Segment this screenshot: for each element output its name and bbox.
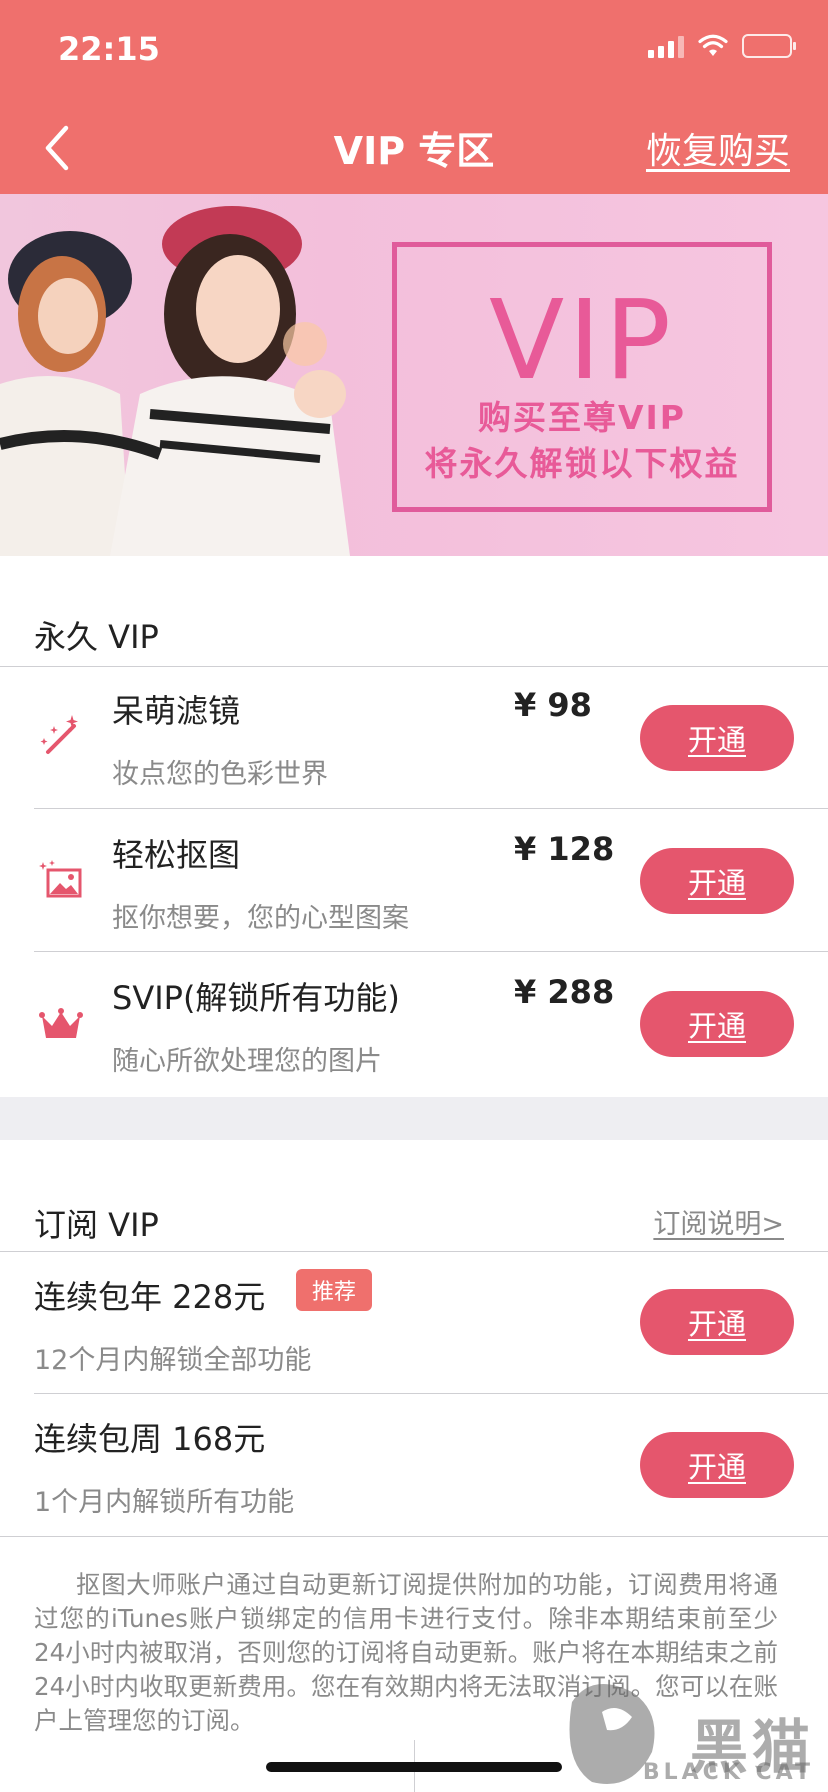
banner-line-2: 将永久解锁以下权益 — [424, 444, 740, 483]
item-title-cutout: 轻松抠图 — [112, 836, 241, 874]
weekly-plan-title: 连续包周 168元 — [34, 1420, 266, 1458]
item-price-filter: ¥ 98 — [514, 686, 592, 724]
yearly-plan-title: 连续包年 228元 — [34, 1278, 266, 1316]
open-button-filter[interactable]: 开通 — [640, 705, 794, 771]
crown-icon — [39, 1008, 83, 1038]
item-title-svip: SVIP(解锁所有功能) — [112, 979, 400, 1017]
vip-banner: VIP 购买至尊VIP 将永久解锁以下权益 — [0, 194, 828, 556]
divider — [34, 808, 828, 809]
open-button-cutout[interactable]: 开通 — [640, 848, 794, 914]
divider — [34, 951, 828, 952]
item-desc-svip: 随心所欲处理您的图片 — [112, 1046, 382, 1077]
watermark-subtext: BLACK CAT — [642, 1760, 814, 1785]
banner-frame: VIP 购买至尊VIP 将永久解锁以下权益 — [392, 242, 772, 512]
battery-icon — [742, 34, 796, 58]
divider — [0, 666, 828, 667]
open-button-svip[interactable]: 开通 — [640, 991, 794, 1057]
restore-purchase-link[interactable]: 恢复购买 — [646, 122, 790, 174]
permanent-vip-heading: 永久 VIP — [34, 618, 159, 656]
wifi-icon — [698, 34, 728, 56]
app-header: 22:15 VIP 专区 恢复购买 — [0, 0, 828, 194]
item-title-filter: 呆萌滤镜 — [112, 692, 241, 730]
recommended-badge: 推荐 — [296, 1269, 372, 1311]
item-price-svip: ¥ 288 — [514, 973, 615, 1011]
home-indicator — [266, 1762, 562, 1772]
yearly-plan-desc: 12个月内解锁全部功能 — [34, 1345, 312, 1376]
status-icons — [648, 34, 796, 58]
status-time: 22:15 — [58, 30, 160, 68]
image-cutout-icon — [39, 860, 82, 898]
divider — [0, 1251, 828, 1252]
divider — [34, 1393, 828, 1394]
banner-line-1: 购买至尊VIP — [477, 398, 686, 437]
magic-wand-icon — [40, 715, 78, 754]
section-gap — [0, 1097, 828, 1140]
open-button-weekly[interactable]: 开通 — [640, 1432, 794, 1498]
item-desc-filter: 妆点您的色彩世界 — [112, 759, 328, 790]
banner-photo — [0, 206, 350, 556]
divider — [0, 1536, 828, 1537]
signal-icon — [648, 34, 684, 58]
weekly-plan-desc: 1个月内解锁所有功能 — [34, 1487, 295, 1518]
open-button-yearly[interactable]: 开通 — [640, 1289, 794, 1355]
item-price-cutout: ¥ 128 — [514, 830, 615, 868]
subscription-info-link[interactable]: 订阅说明> — [653, 1202, 784, 1241]
item-desc-cutout: 抠你想要，您的心型图案 — [112, 903, 409, 934]
banner-vip-text: VIP — [488, 276, 676, 404]
subscription-vip-heading: 订阅 VIP — [34, 1206, 159, 1244]
